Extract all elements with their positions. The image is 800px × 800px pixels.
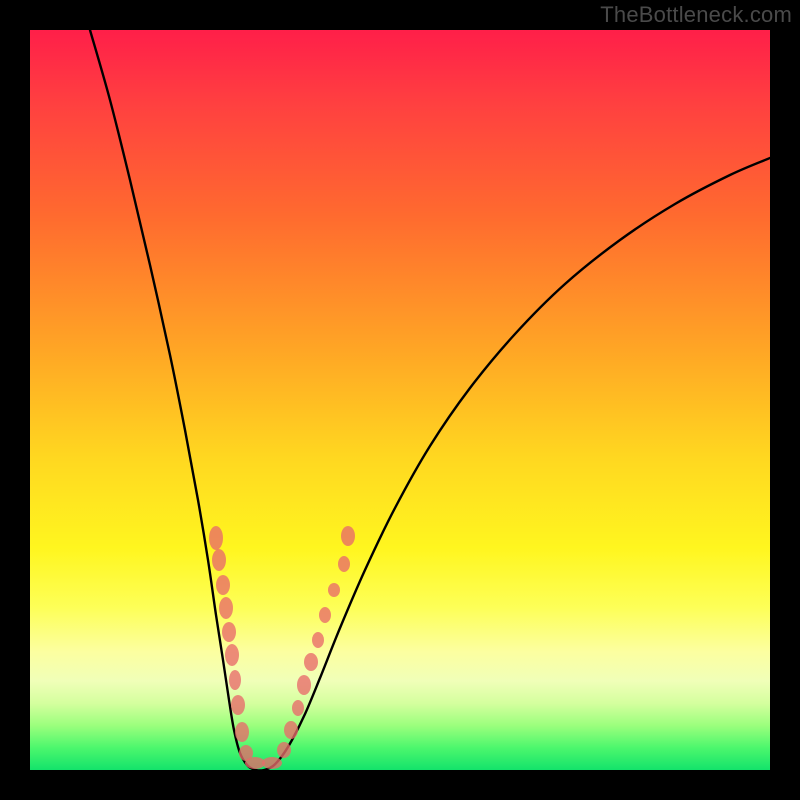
data-point: [235, 722, 249, 742]
data-point: [277, 742, 291, 758]
data-point: [222, 622, 236, 642]
data-point: [304, 653, 318, 671]
data-point: [231, 695, 245, 715]
data-point: [209, 526, 223, 550]
data-point: [328, 583, 340, 597]
data-point: [262, 757, 282, 769]
data-point: [338, 556, 350, 572]
data-point: [225, 644, 239, 666]
curve-svg: [30, 30, 770, 770]
data-point: [212, 549, 226, 571]
data-point: [229, 670, 241, 690]
data-point: [319, 607, 331, 623]
data-point: [284, 721, 298, 739]
data-point: [341, 526, 355, 546]
data-point: [292, 700, 304, 716]
plot-area: [30, 30, 770, 770]
watermark-text: TheBottleneck.com: [600, 2, 792, 28]
data-point: [219, 597, 233, 619]
data-point: [312, 632, 324, 648]
bottleneck-curve: [90, 30, 770, 770]
chart-frame: TheBottleneck.com: [0, 0, 800, 800]
data-point: [216, 575, 230, 595]
data-point: [297, 675, 311, 695]
